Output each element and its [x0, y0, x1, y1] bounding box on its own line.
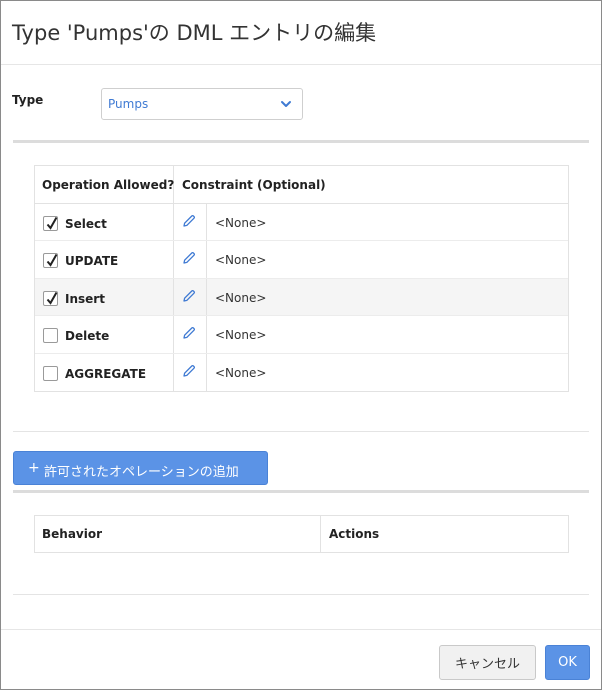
constraint-value: <None>	[215, 328, 267, 343]
type-select[interactable]: Pumps	[101, 88, 303, 120]
add-allowed-operation-button[interactable]: + 許可されたオペレーションの追加	[13, 451, 268, 485]
checkmark-icon	[46, 217, 58, 230]
operation-label: Insert	[65, 291, 105, 306]
pencil-icon[interactable]	[182, 251, 196, 265]
plus-icon: +	[28, 460, 40, 476]
ok-button[interactable]: OK	[545, 645, 590, 680]
operation-label: UPDATE	[65, 254, 119, 269]
operation-label: Select	[65, 217, 107, 231]
table-row: Delete <None>	[35, 316, 568, 354]
constraint-value: <None>	[215, 365, 267, 380]
type-select-value: Pumps	[108, 97, 149, 111]
type-label: Type	[12, 93, 44, 107]
constraint-value: <None>	[215, 253, 267, 268]
dialog-footer: キャンセル OK	[1, 629, 601, 689]
operation-label: AGGREGATE	[65, 366, 147, 381]
edit-dml-entry-dialog: Type 'Pumps'の DML エントリの編集 Type Pumps Ope…	[0, 0, 602, 690]
constraint-value: <None>	[215, 290, 267, 305]
checkmark-icon	[46, 291, 58, 305]
constraint-value: <None>	[215, 216, 267, 230]
header-constraint: Constraint (Optional)	[182, 178, 326, 192]
section-divider	[13, 431, 589, 432]
add-allowed-operation-label: 許可されたオペレーションの追加	[44, 465, 239, 480]
pencil-icon[interactable]	[182, 364, 196, 378]
checkmark-icon	[46, 254, 58, 268]
pencil-icon[interactable]	[182, 326, 196, 340]
insert-checkbox[interactable]	[43, 290, 58, 306]
table-row: AGGREGATE <None>	[35, 353, 568, 391]
cancel-button[interactable]: キャンセル	[439, 645, 536, 680]
table-row: UPDATE <None>	[35, 241, 568, 279]
operation-label: Delete	[65, 329, 110, 344]
delete-checkbox[interactable]	[43, 328, 58, 344]
behavior-table: Behavior Actions	[34, 515, 569, 553]
pencil-icon[interactable]	[182, 289, 196, 303]
update-checkbox[interactable]	[43, 253, 58, 269]
table-row: Select <None>	[35, 204, 568, 242]
table-row: Insert <None>	[35, 278, 568, 317]
dialog-title: Type 'Pumps'の DML エントリの編集	[12, 21, 377, 45]
operations-table: Operation Allowed? Constraint (Optional)…	[34, 165, 569, 392]
aggregate-checkbox[interactable]	[43, 365, 58, 381]
section-divider	[13, 594, 589, 595]
section-divider	[13, 490, 589, 493]
header-operation-allowed: Operation Allowed?	[42, 178, 175, 192]
header-actions: Actions	[329, 527, 380, 541]
section-divider	[13, 140, 589, 143]
operations-table-header: Operation Allowed? Constraint (Optional)	[35, 166, 568, 204]
select-checkbox[interactable]	[43, 216, 58, 231]
header-behavior: Behavior	[42, 527, 103, 541]
pencil-icon[interactable]	[182, 214, 196, 228]
chevron-down-icon	[281, 101, 291, 107]
dialog-header: Type 'Pumps'の DML エントリの編集	[1, 1, 601, 65]
